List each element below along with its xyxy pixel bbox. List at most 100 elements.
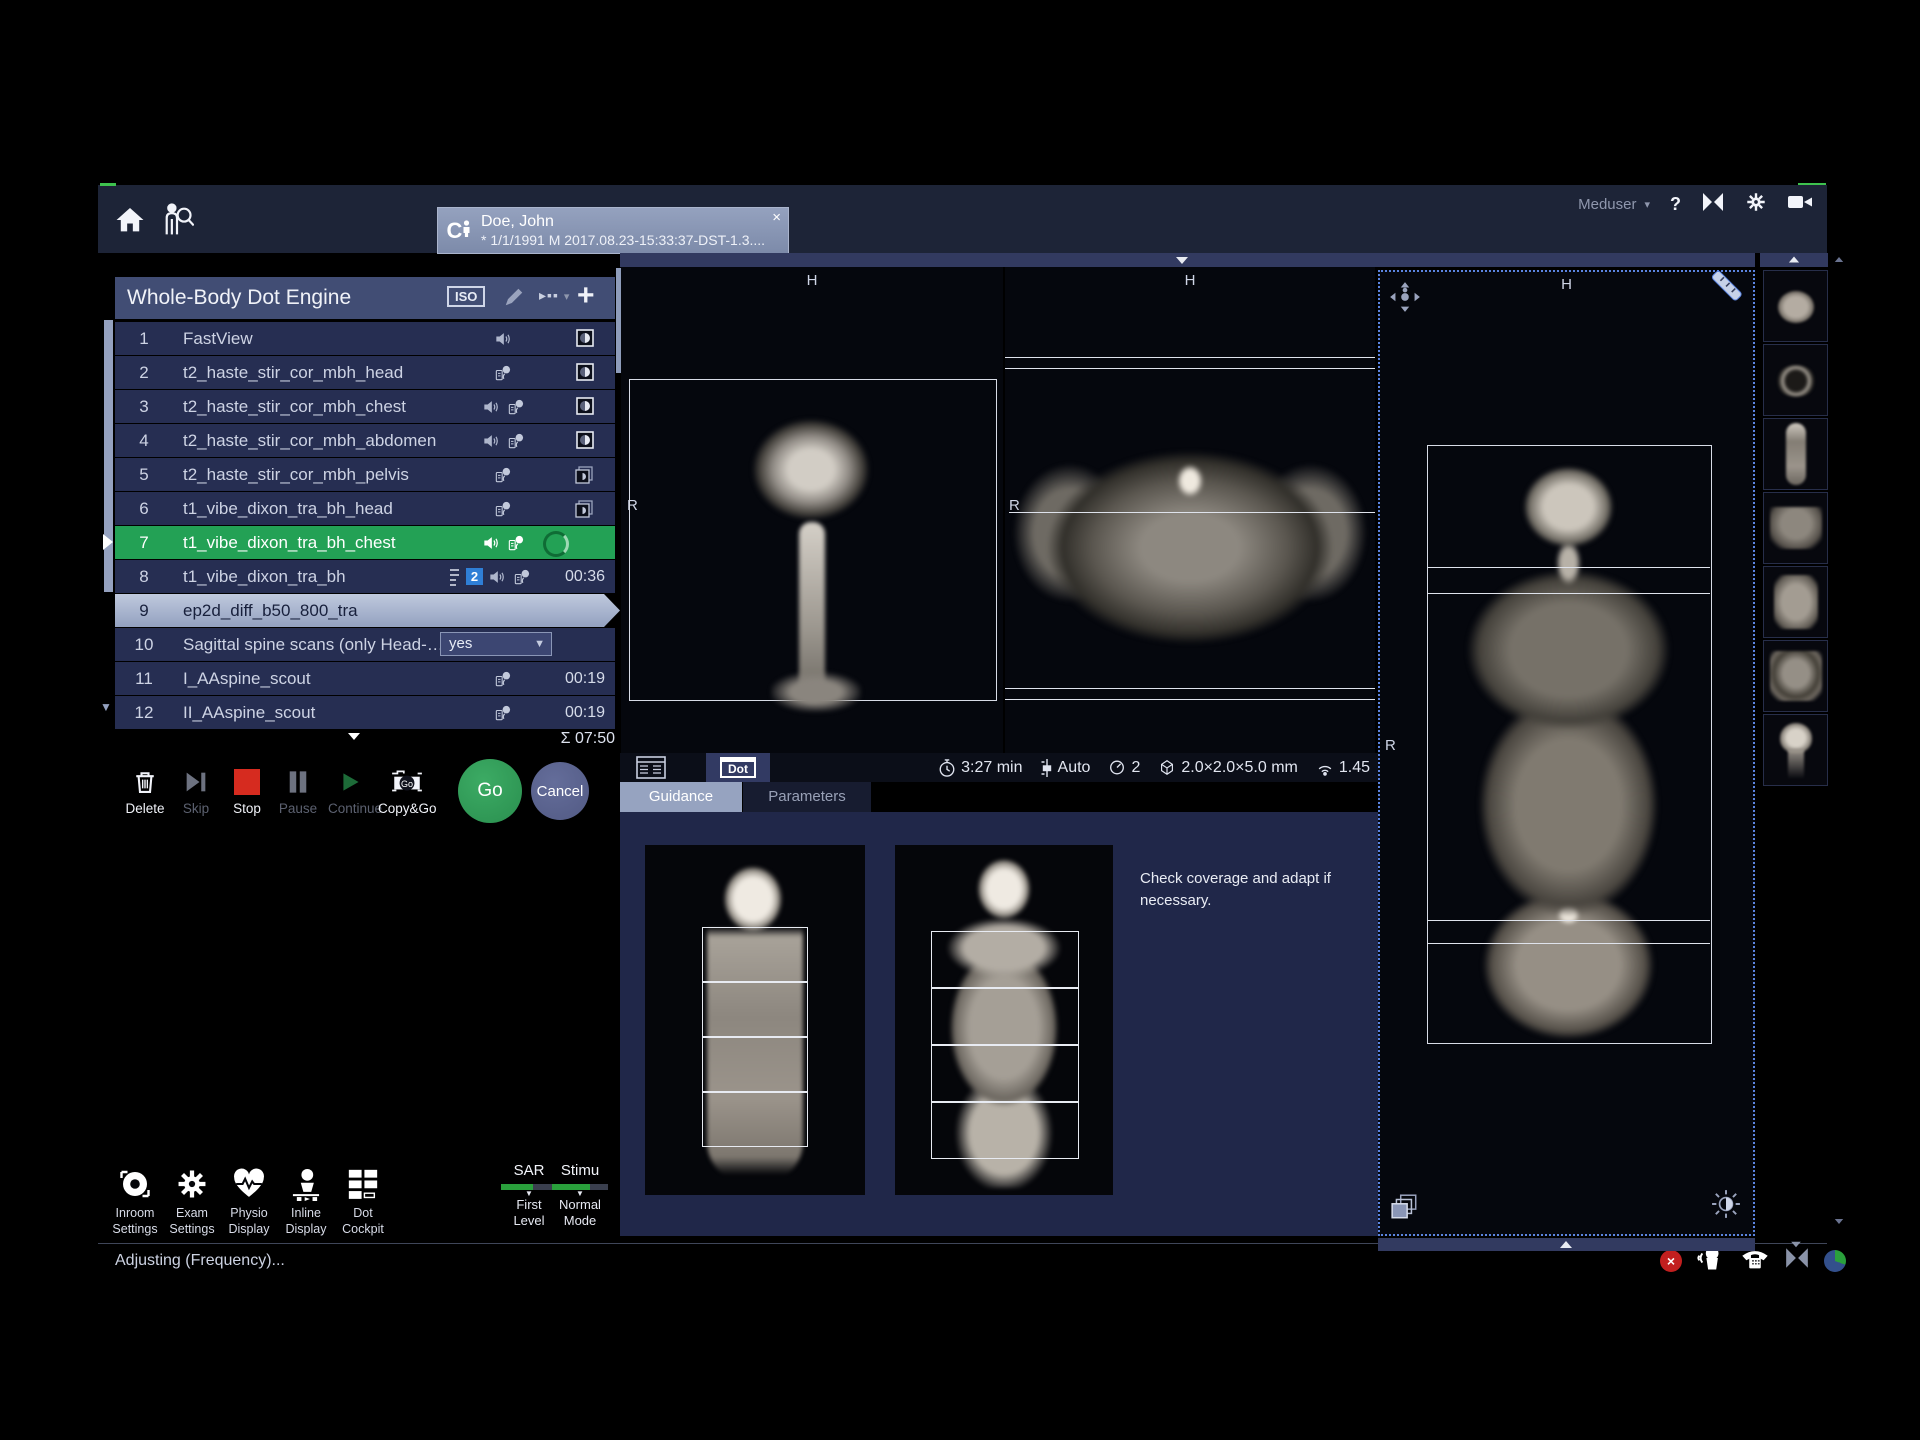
pan-move-icon[interactable] [1388,280,1422,319]
speaker-icon [492,329,514,349]
coverage-box[interactable] [931,1102,1079,1159]
protocol-row-selected[interactable]: 9 ep2d_diff_b50_800_tra [115,594,620,627]
coverage-box[interactable] [931,988,1079,1045]
row-number: 10 [115,628,173,661]
viewport-coronal-chest[interactable]: H R [1005,267,1375,753]
coverage-box[interactable] [931,931,1079,988]
thumbnail-coronal-wholebody[interactable] [1763,418,1828,490]
patient-browser-button[interactable] [160,201,194,242]
row-name: II_AAspine_scout [183,696,315,729]
scroll-down-icon[interactable] [1835,1219,1843,1224]
go-button[interactable]: Go [458,759,522,823]
scroll-up-icon[interactable] [1835,257,1843,262]
scroll-indicator-icon[interactable] [1560,1241,1572,1248]
thumbnail-coronal-brain[interactable] [1763,714,1828,786]
scroll-up-icon[interactable] [1789,257,1799,263]
gear-icon[interactable] [1745,191,1767,218]
user-menu[interactable]: Meduser ▾ [1578,196,1650,213]
scan-duration: 00:36 [565,560,605,593]
add-step-button[interactable]: + [577,279,595,313]
delete-button[interactable]: Delete [122,765,168,816]
home-button[interactable] [112,203,148,242]
mri-wholebody-image [1427,445,1710,1042]
protocol-row[interactable]: 3 t2_haste_stir_cor_mbh_chest [115,390,615,423]
scroll-indicator-icon[interactable] [1176,257,1188,264]
protocol-row[interactable]: 12 II_AAspine_scout 00:19 [115,696,615,729]
cancel-button[interactable]: Cancel [531,762,589,820]
protocol-row[interactable]: 10 Sagittal spine scans (only Head-… yes… [115,628,615,661]
image-stack-icon[interactable] [1390,1193,1420,1226]
thumbnail-coronal-abdomen[interactable] [1763,566,1828,638]
coverage-box[interactable] [702,1092,808,1147]
row-number: 6 [115,492,173,525]
protocol-table-icon[interactable] [636,756,666,784]
stopwatch-icon [938,758,956,778]
continue-button[interactable]: Continue [328,765,374,816]
application-window: C Doe, John * 1/1/1991 M 2017.08.23-15:3… [0,0,1920,1440]
view-options-menu[interactable]: ▸▪▪ ▾ [539,287,570,304]
video-camera-icon[interactable] [1787,193,1813,216]
row-number: 8 [115,560,173,593]
protocol-row[interactable]: 2 t2_haste_stir_cor_mbh_head [115,356,615,389]
list-expand-icon[interactable] [348,733,360,740]
voxel-size-indicator: 2.0×2.0×5.0 mm [1158,758,1298,777]
breath-hold-icon [492,465,514,485]
thumbnail-axial-brain-2[interactable] [1763,344,1828,416]
scroll-down-icon[interactable]: ▼ [100,700,112,714]
row-name: t1_vibe_dixon_tra_bh_chest [183,526,396,559]
stop-button[interactable]: Stop [224,765,270,816]
stimu-gauge: Stimu ▼ NormalMode [548,1162,612,1228]
speaker-icon [486,567,508,587]
row-number: 9 [115,594,173,627]
protocol-row[interactable]: 1 FastView [115,322,615,355]
mri-chest-image [1013,417,1367,707]
scroll-down-icon[interactable] [1791,1242,1801,1248]
protocol-row[interactable]: 11 I_AAspine_scout 00:19 [115,662,615,695]
scout-coronal-image[interactable] [895,845,1113,1195]
help-button[interactable]: ? [1670,194,1681,215]
row-name: t2_haste_stir_cor_mbh_abdomen [183,424,436,457]
svg-text:Go: Go [401,779,413,789]
coverage-box[interactable] [931,1045,1079,1102]
inline-display-button[interactable]: InlineDisplay [277,1165,335,1237]
decision-dropdown[interactable]: yes ▼ [440,632,552,656]
dot-display-button[interactable]: Dot [706,753,770,782]
coverage-box[interactable] [702,982,808,1037]
protocol-row[interactable]: 4 t2_haste_stir_cor_mbh_abdomen [115,424,615,457]
dot-cockpit-button[interactable]: DotCockpit [334,1165,392,1237]
thumbnail-coronal-shoulders[interactable] [1763,492,1828,564]
table-dock-icon[interactable] [1701,192,1725,217]
protocol-row-running[interactable]: 7 t1_vibe_dixon_tra_bh_chest [115,526,615,559]
viewport-coronal-head[interactable]: H R [621,267,1003,753]
exam-settings-button[interactable]: ExamSettings [163,1165,221,1237]
tab-parameters[interactable]: Parameters [743,782,871,812]
protocol-list-scrollbar[interactable] [104,320,113,592]
coverage-box[interactable] [702,1037,808,1092]
thumbnail-axial-brain[interactable] [1763,270,1828,342]
protocol-row[interactable]: 6 t1_vibe_dixon_tra_bh_head [115,492,615,525]
play-icon [328,765,374,799]
tilt-ruler-icon[interactable] [1706,268,1745,307]
protocol-row[interactable]: 5 t2_haste_stir_cor_mbh_pelvis [115,458,615,491]
coverage-box[interactable] [702,927,808,982]
inroom-settings-button[interactable]: InroomSettings [106,1165,164,1237]
tab-guidance[interactable]: Guidance [620,782,742,812]
error-indicator-icon[interactable]: × [1660,1250,1682,1272]
breath-hold-icon [492,499,514,519]
viewport-coronal-wholebody-selected[interactable]: H R [1378,270,1755,1236]
patient-tab[interactable]: C Doe, John * 1/1/1991 M 2017.08.23-15:3… [437,207,789,254]
protocol-row[interactable]: 8 t1_vibe_dixon_tra_bh 2 00:36 [115,560,615,593]
slice-line [1005,368,1375,369]
contrast-pen-icon[interactable] [503,286,525,313]
scout-sagittal-image[interactable] [645,845,865,1195]
skip-button[interactable]: Skip [173,765,219,816]
physio-display-button[interactable]: PhysioDisplay [220,1165,278,1237]
close-icon[interactable]: × [772,209,781,226]
pause-button[interactable]: Pause [275,765,321,816]
mri-shoulder-image [771,672,861,712]
thumbnail-coronal-chest[interactable] [1763,640,1828,712]
copy-and-go-button[interactable]: Go Copy&Go [378,765,436,816]
row-number: 5 [115,458,173,491]
table-dock-icon[interactable] [1784,1247,1810,1274]
brightness-icon[interactable] [1711,1189,1741,1224]
